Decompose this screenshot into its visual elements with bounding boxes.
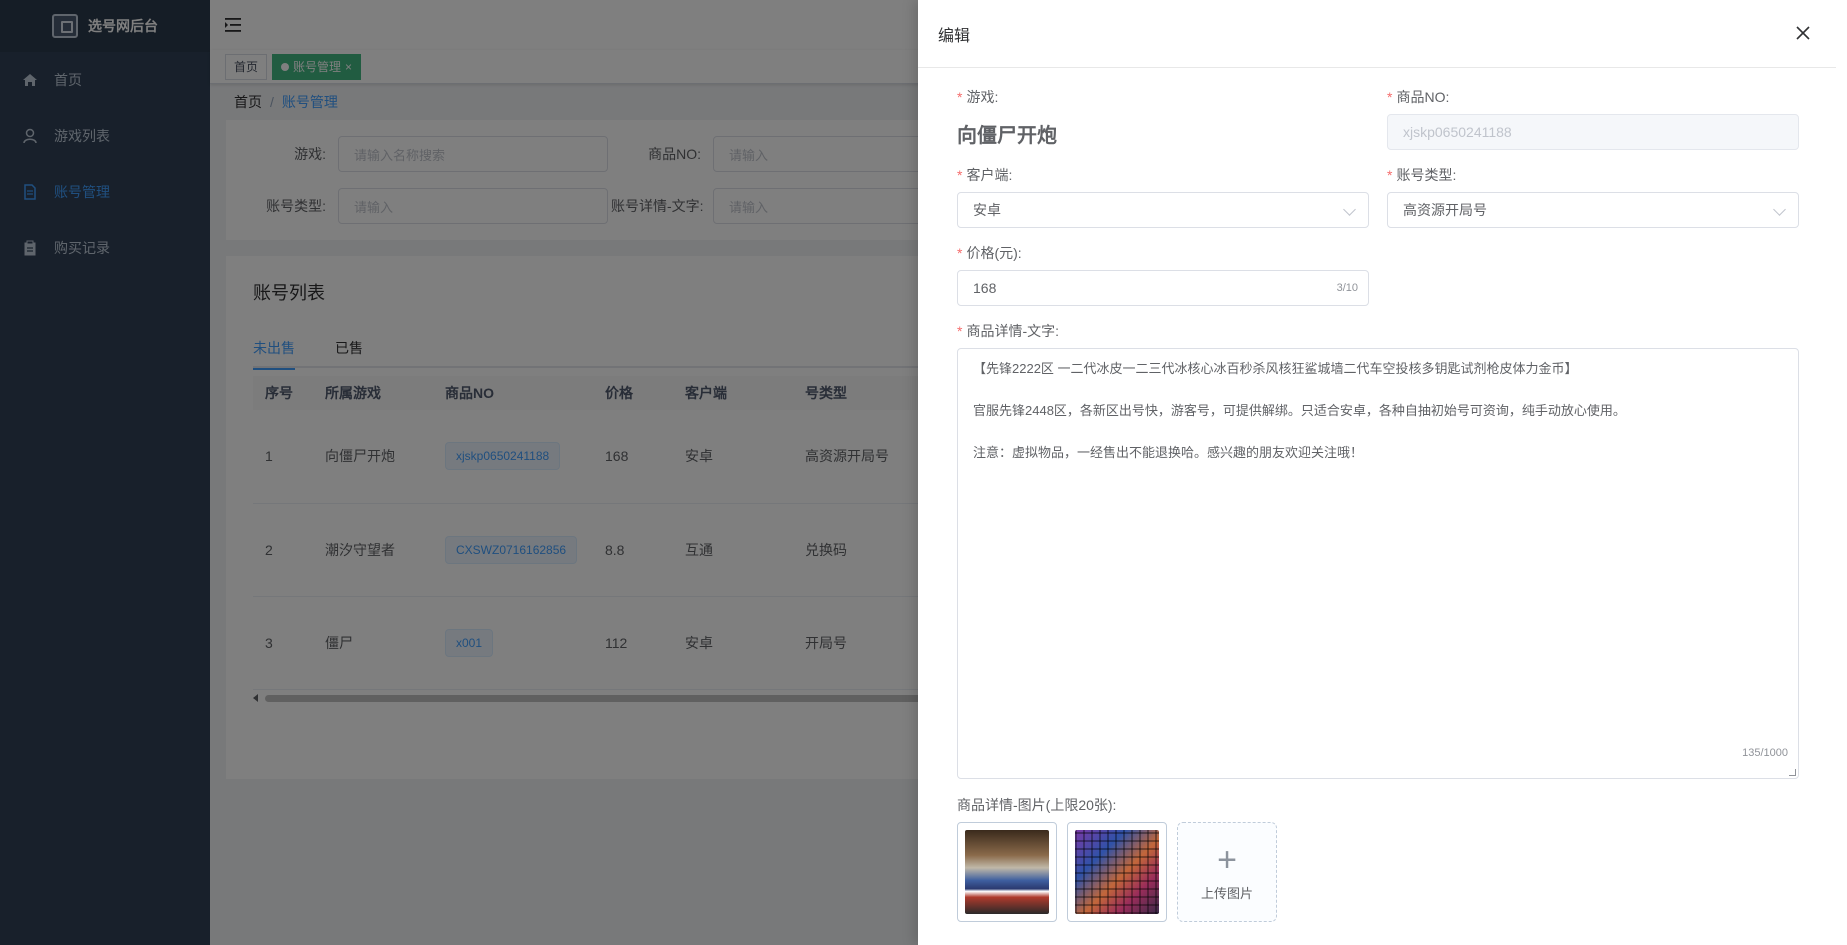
no-input[interactable]: xjskp0650241188 xyxy=(1387,114,1799,150)
edit-drawer: 编辑 * 游戏: 向僵尸开炮 * 商品NO: xjskp0650241188 * 客户… xyxy=(918,0,1836,945)
price-input[interactable]: 168 3/10 xyxy=(957,270,1369,306)
type-field-label: * 账号类型: xyxy=(1387,167,1457,183)
detail-line: 【先锋2222区 一二代冰皮一二三代冰核心冰百秒杀风核狂鲨城墙二代车空投核多钥匙… xyxy=(973,361,1578,376)
resize-handle-icon[interactable] xyxy=(1789,769,1796,776)
detail-field-label: * 商品详情-文字: xyxy=(957,323,1060,339)
close-icon[interactable] xyxy=(1794,24,1812,42)
upload-label: 上传图片 xyxy=(1200,885,1253,901)
uploaded-image-thumbnail[interactable] xyxy=(957,822,1057,922)
detail-line: 官服先锋2448区，各新区出号快，游客号，可提供解绑。只适合安卓，各种自抽初始号… xyxy=(973,403,1626,418)
uploaded-image-thumbnail[interactable] xyxy=(1067,822,1167,922)
account-type-select[interactable]: 高资源开局号 xyxy=(1387,192,1799,228)
drawer-edge xyxy=(1836,0,1847,945)
game-name-value: 向僵尸开炮 xyxy=(957,125,1057,147)
client-select-value: 安卓 xyxy=(973,202,1001,218)
detail-line: 注意：虚拟物品，一经售出不能退换哈。感兴趣的朋友欢迎关注哦！ xyxy=(973,445,1364,460)
plus-icon: + xyxy=(1217,840,1237,879)
game-field-label: * 游戏: xyxy=(957,89,999,105)
no-field-label: * 商品NO: xyxy=(1387,89,1450,105)
price-field-label: * 价格(元): xyxy=(957,245,1022,261)
chevron-down-icon xyxy=(1773,203,1786,216)
client-field-label: * 客户端: xyxy=(957,167,1013,183)
price-value: 168 xyxy=(973,280,997,296)
drawer-header: 编辑 xyxy=(918,0,1836,68)
chevron-down-icon xyxy=(1343,203,1356,216)
client-select[interactable]: 安卓 xyxy=(957,192,1369,228)
images-field-label: 商品详情-图片(上限20张): xyxy=(957,797,1117,813)
upload-image-button[interactable]: + 上传图片 xyxy=(1177,822,1277,922)
detail-textarea[interactable]: 【先锋2222区 一二代冰皮一二三代冰核心冰百秒杀风核狂鲨城墙二代车空投核多钥匙… xyxy=(957,348,1799,779)
drawer-title: 编辑 xyxy=(938,27,971,45)
price-char-count: 3/10 xyxy=(1336,282,1358,294)
type-select-value: 高资源开局号 xyxy=(1403,202,1487,218)
detail-char-count: 135/1000 xyxy=(1742,747,1788,759)
